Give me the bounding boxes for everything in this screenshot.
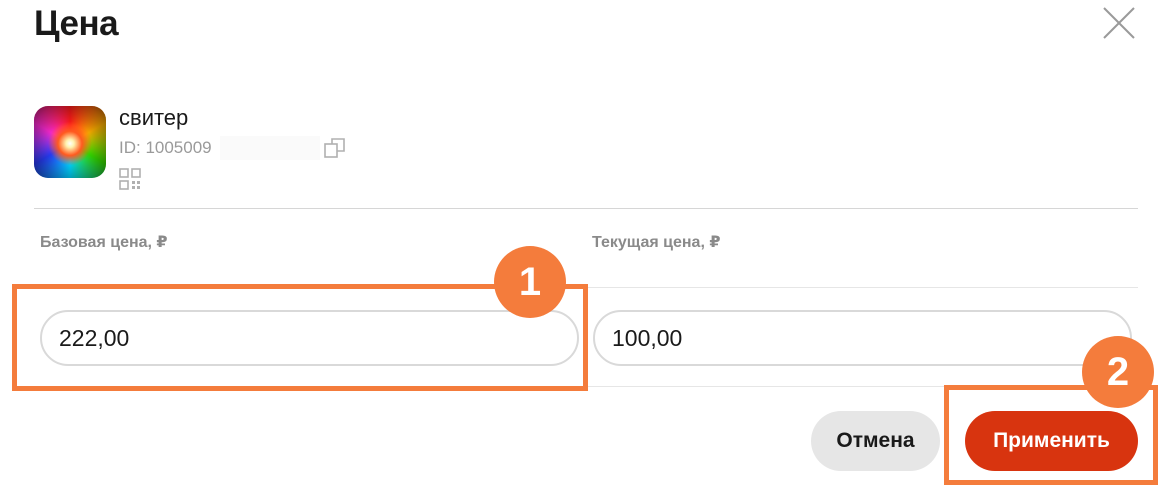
table-row-top-border: [34, 287, 1138, 288]
base-price-label: Базовая цена, ₽: [40, 234, 168, 251]
table-row-bottom-border: [34, 386, 1138, 387]
section-divider: [34, 208, 1138, 209]
qr-code-icon[interactable]: [119, 168, 141, 190]
close-icon[interactable]: [1101, 5, 1137, 41]
product-thumbnail: [34, 106, 106, 178]
step1-badge: 1: [494, 246, 566, 318]
product-name: свитер: [119, 105, 189, 130]
copy-icon[interactable]: [324, 137, 346, 159]
apply-button[interactable]: Применить: [965, 411, 1138, 471]
cancel-button[interactable]: Отмена: [811, 411, 940, 471]
current-price-input[interactable]: [593, 310, 1132, 366]
base-price-input[interactable]: [40, 310, 579, 366]
step2-badge: 2: [1082, 336, 1154, 408]
product-id: ID: 1005009: [119, 138, 212, 157]
dialog-title: Цена: [34, 4, 119, 43]
id-redaction: [220, 136, 320, 160]
current-price-label: Текущая цена, ₽: [592, 234, 721, 251]
